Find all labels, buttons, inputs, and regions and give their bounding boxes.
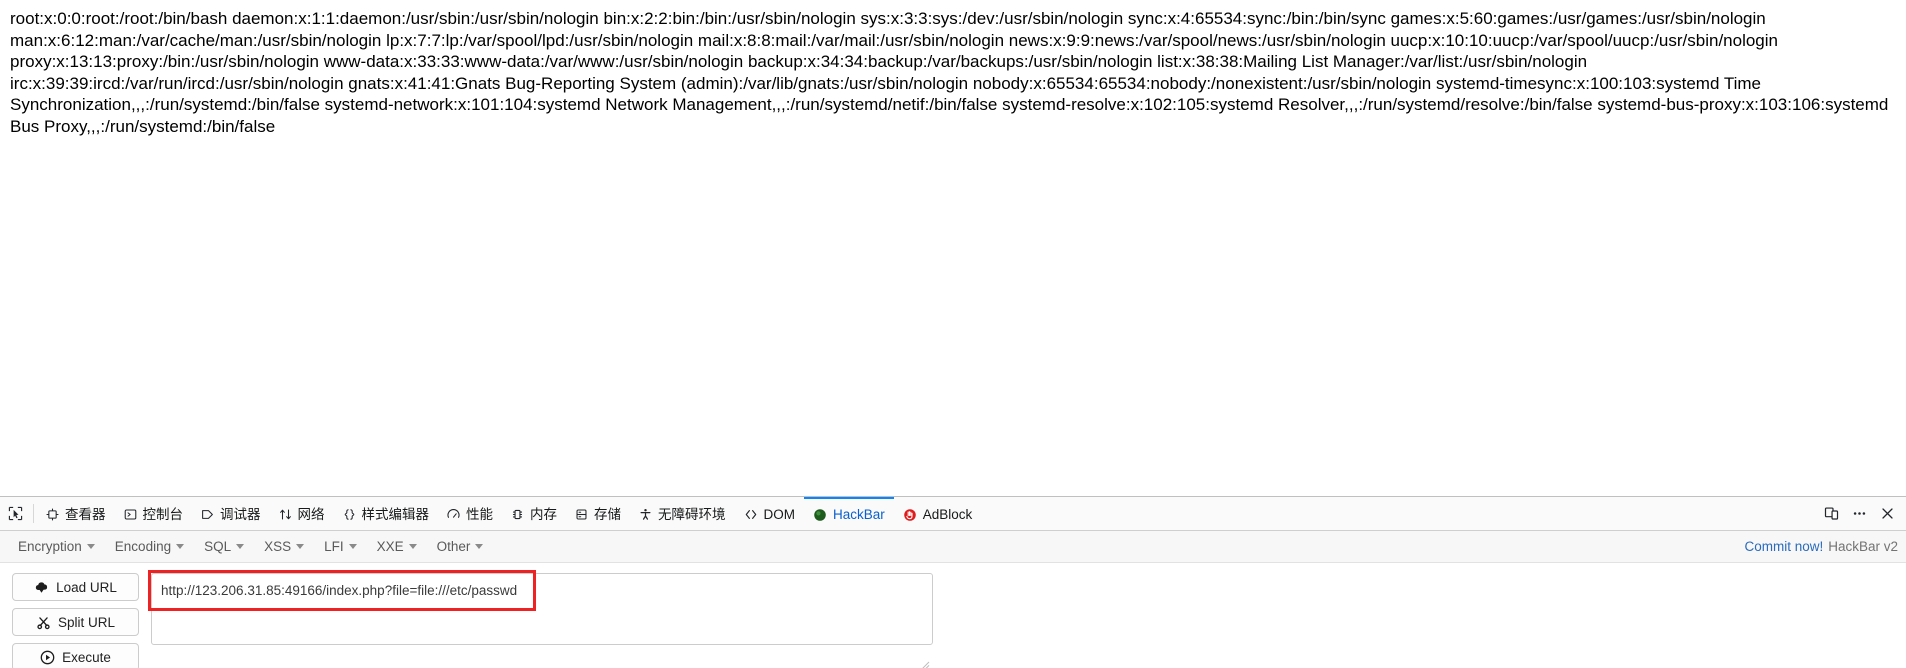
tab-label: 样式编辑器 xyxy=(361,506,430,522)
tab-label: 网络 xyxy=(297,506,325,522)
button-label: Execute xyxy=(62,649,111,665)
memory-icon xyxy=(511,508,524,521)
play-icon xyxy=(40,650,55,665)
debugger-icon xyxy=(201,508,214,521)
tab-inspector[interactable]: 查看器 xyxy=(37,497,115,530)
tab-debugger[interactable]: 调试器 xyxy=(192,497,270,530)
console-icon xyxy=(124,508,137,521)
load-url-button[interactable]: Load URL xyxy=(12,573,139,601)
tab-network[interactable]: 网络 xyxy=(270,497,334,530)
tab-accessibility[interactable]: 无障碍环境 xyxy=(630,497,735,530)
tabbar-spacer xyxy=(981,497,1818,530)
network-icon xyxy=(279,508,292,521)
menu-xss[interactable]: XSS xyxy=(254,535,314,558)
hackbar-icon xyxy=(813,508,827,522)
menu-label: Encryption xyxy=(18,539,82,554)
tab-adblock[interactable]: AdBlock xyxy=(894,497,982,530)
menu-label: SQL xyxy=(204,539,232,554)
dom-icon xyxy=(744,508,758,521)
menu-label: Other xyxy=(436,539,471,554)
tab-storage[interactable]: 存储 xyxy=(566,497,630,530)
devtools-panel: 查看器 控制台 调试器 网络 样式编辑器 性能 内存 存储 无障碍环境 DOM … xyxy=(0,496,1906,668)
menu-label: XSS xyxy=(264,539,292,554)
chevron-down-icon xyxy=(236,544,245,549)
tab-label: 查看器 xyxy=(65,506,106,522)
menu-other[interactable]: Other xyxy=(427,535,494,558)
menu-label: XXE xyxy=(376,539,404,554)
menu-encryption[interactable]: Encryption xyxy=(8,535,105,558)
execute-button[interactable]: Execute xyxy=(12,643,139,668)
meatball-menu-icon xyxy=(1852,506,1867,521)
accessibility-icon xyxy=(639,508,652,521)
tab-label: DOM xyxy=(763,506,796,522)
cloud-download-icon xyxy=(34,580,49,595)
tab-dom[interactable]: DOM xyxy=(735,497,805,530)
tab-label: 调试器 xyxy=(220,506,261,522)
textarea-resize-handle[interactable] xyxy=(920,657,930,668)
devtools-options-menu-button[interactable] xyxy=(1846,501,1872,527)
close-icon xyxy=(1880,506,1895,521)
style-editor-icon xyxy=(343,508,356,521)
split-url-button[interactable]: Split URL xyxy=(12,608,139,636)
menu-label: Encoding xyxy=(114,539,172,554)
tab-label: 存储 xyxy=(594,506,621,522)
devtools-toolbar-right xyxy=(1818,497,1906,530)
devtools-tabbar: 查看器 控制台 调试器 网络 样式编辑器 性能 内存 存储 无障碍环境 DOM … xyxy=(0,497,1906,531)
tab-label: 内存 xyxy=(530,506,557,522)
close-devtools-button[interactable] xyxy=(1874,501,1900,527)
tab-console[interactable]: 控制台 xyxy=(115,497,193,530)
tab-memory[interactable]: 内存 xyxy=(502,497,566,530)
button-label: Split URL xyxy=(57,614,116,630)
tab-style-editor[interactable]: 样式编辑器 xyxy=(334,497,439,530)
url-input[interactable] xyxy=(151,573,933,645)
inspector-icon xyxy=(46,508,59,521)
tabbar-divider xyxy=(33,504,34,523)
menu-xxe[interactable]: XXE xyxy=(367,535,427,558)
hackbar-body: Load URL Split URL Execute http://123.20… xyxy=(0,563,1906,668)
chevron-down-icon xyxy=(348,544,357,549)
chevron-down-icon xyxy=(176,544,185,549)
commit-now-link[interactable]: Commit now! xyxy=(1744,539,1823,554)
hackbar-menubar: Encryption Encoding SQL XSS LFI XXE Othe… xyxy=(0,531,1906,563)
performance-icon xyxy=(447,508,460,521)
button-label: Load URL xyxy=(56,579,117,595)
menu-sql[interactable]: SQL xyxy=(194,535,254,558)
scissors-icon xyxy=(36,615,51,630)
element-picker-icon xyxy=(8,506,23,521)
tab-label: 性能 xyxy=(466,506,493,522)
tab-label: 无障碍环境 xyxy=(658,506,726,522)
element-picker-button[interactable] xyxy=(0,497,30,530)
chevron-down-icon xyxy=(475,544,484,549)
passwd-file-output: root:x:0:0:root:/root:/bin/bash daemon:x… xyxy=(10,9,1889,136)
tab-label: 控制台 xyxy=(142,506,184,522)
chevron-down-icon xyxy=(86,544,95,549)
responsive-design-mode-button[interactable] xyxy=(1818,501,1844,527)
menu-lfi[interactable]: LFI xyxy=(314,535,367,558)
tab-hackbar[interactable]: HackBar xyxy=(804,497,894,530)
chevron-down-icon xyxy=(296,544,305,549)
menu-label: LFI xyxy=(324,539,344,554)
hackbar-version-label: HackBar v2 xyxy=(1828,539,1898,554)
tab-label: AdBlock xyxy=(922,506,973,522)
tab-label: HackBar xyxy=(833,506,885,522)
hackbar-url-editor xyxy=(148,570,933,668)
browser-page: root:x:0:0:root:/root:/bin/bash daemon:x… xyxy=(0,0,1906,668)
hackbar-action-buttons: Load URL Split URL Execute xyxy=(12,573,139,668)
storage-icon xyxy=(575,508,588,521)
adblock-icon xyxy=(903,508,917,522)
chevron-down-icon xyxy=(408,544,417,549)
menu-encoding[interactable]: Encoding xyxy=(105,535,194,558)
tab-performance[interactable]: 性能 xyxy=(438,497,502,530)
responsive-design-mode-icon xyxy=(1824,506,1839,521)
